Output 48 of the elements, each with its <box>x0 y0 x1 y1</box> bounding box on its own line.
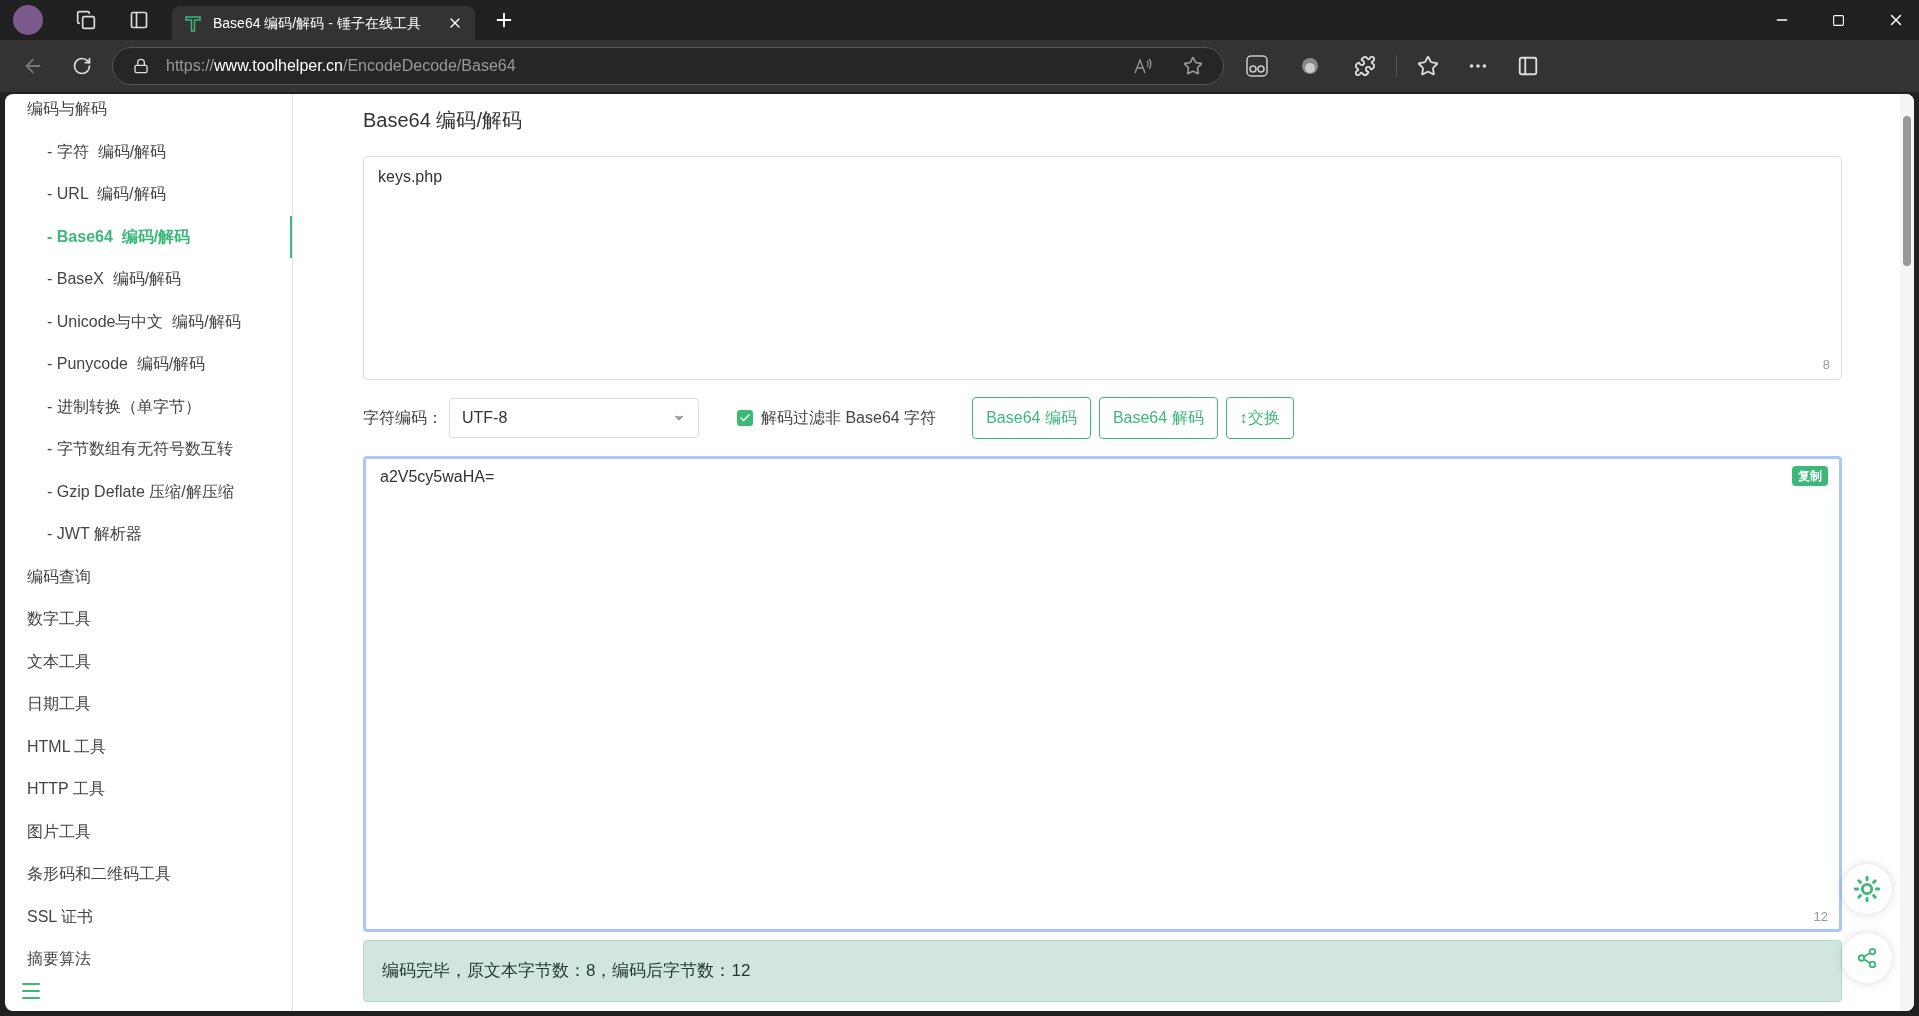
glasses-icon[interactable] <box>1246 55 1268 77</box>
status-message: 编码完毕，原文本字节数：8，编码后字节数：12 <box>363 940 1842 1002</box>
sidebar-item[interactable]: 编码查询 <box>5 555 292 598</box>
workspaces-icon[interactable] <box>76 10 96 30</box>
character-count: 12 <box>1813 907 1828 926</box>
sidebar-item[interactable]: 编码与解码 <box>5 94 292 131</box>
page-title: Base64 编码/解码 <box>363 108 522 133</box>
favorites-icon[interactable] <box>1417 55 1439 77</box>
checkbox-label: 解码过滤非 Base64 字符 <box>761 408 937 428</box>
sidebar-item[interactable]: - 进制转换（单字节） <box>5 385 292 428</box>
sidebar-item[interactable]: - Gzip Deflate 压缩/解压缩 <box>5 470 292 513</box>
charset-label: 字符编码： <box>363 408 443 428</box>
sidebar-item[interactable]: HTTP 工具 <box>5 768 292 811</box>
sidebar-icon[interactable] <box>1517 55 1539 77</box>
sidebar-item[interactable]: - 字符 编码/解码 <box>5 130 292 173</box>
avatar-icon[interactable] <box>13 5 43 35</box>
restore-icon[interactable] <box>1832 13 1845 27</box>
favorite-icon[interactable] <box>1183 56 1203 76</box>
charset-select[interactable]: UTF-8 <box>449 398 699 438</box>
scrollbar[interactable] <box>1900 94 1914 1011</box>
sidebar-item[interactable]: - URL 编码/解码 <box>5 173 292 216</box>
sidebar-item[interactable]: SSL 证书 <box>5 895 292 938</box>
tab-title: Base64 编码/解码 - 锤子在线工具 <box>213 13 421 33</box>
sidebar-item[interactable]: - 字节数组有无符号数互转 <box>5 428 292 471</box>
sidebar-item[interactable]: - JWT 解析器 <box>5 513 292 556</box>
url-text: https://www.toolhelper.cn/EncodeDecode/Base64 <box>166 56 516 76</box>
lock-icon <box>133 58 149 74</box>
sidebar-item[interactable]: - Punycode 编码/解码 <box>5 343 292 386</box>
address-bar[interactable]: https://www.toolhelper.cn/EncodeDecode/Base64 <box>112 47 1224 85</box>
share-icon <box>1856 947 1878 969</box>
sidebar-item[interactable]: 摘要算法 <box>5 938 292 981</box>
read-aloud-icon[interactable] <box>1133 56 1153 76</box>
checkbox[interactable] <box>737 410 753 426</box>
extensions-icon[interactable] <box>1354 55 1376 77</box>
character-count: 8 <box>1822 355 1830 374</box>
sidebar-item[interactable]: 条形码和二维码工具 <box>5 853 292 896</box>
sidebar-item[interactable]: 数字工具 <box>5 598 292 641</box>
tab-actions-icon[interactable] <box>129 10 149 30</box>
sidebar-item[interactable]: 图片工具 <box>5 810 292 853</box>
sidebar-item[interactable]: - Unicode与中文 编码/解码 <box>5 300 292 343</box>
sidebar-item[interactable]: 日期工具 <box>5 683 292 726</box>
check-icon <box>739 412 751 424</box>
sidebar-item[interactable]: HTML 工具 <box>5 725 292 768</box>
browser-tab[interactable]: Base64 编码/解码 - 锤子在线工具 <box>172 6 475 40</box>
sidebar-item[interactable]: 文本工具 <box>5 640 292 683</box>
reload-icon[interactable] <box>72 56 92 76</box>
sun-icon <box>1853 875 1881 903</box>
sidebar-item[interactable]: - BaseX 编码/解码 <box>5 258 292 301</box>
